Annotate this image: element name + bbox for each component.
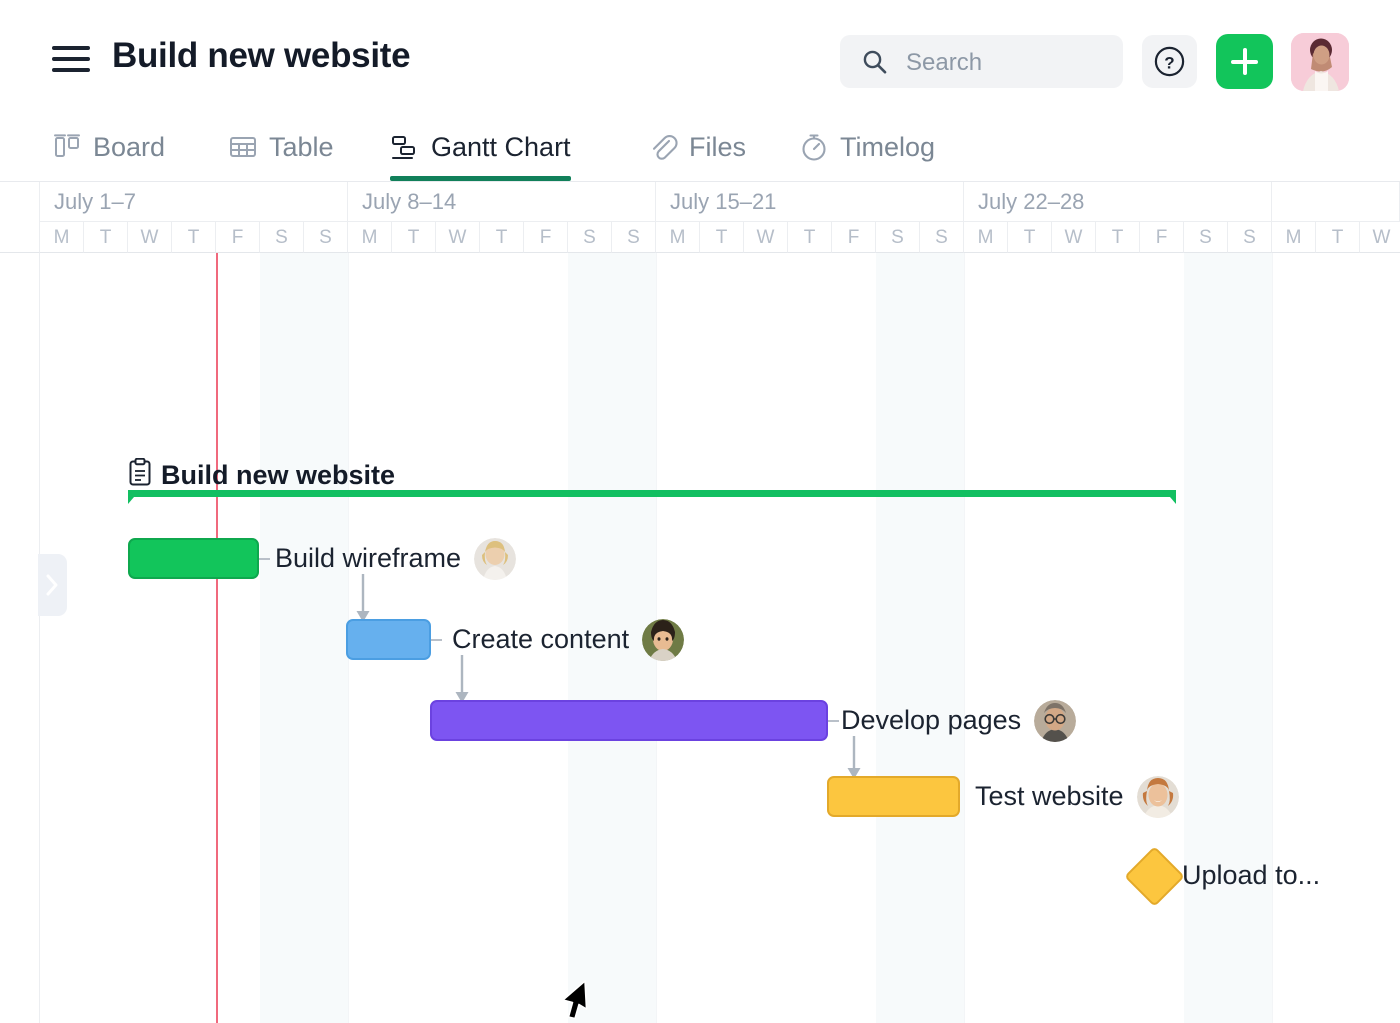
day-header-cell: M <box>964 222 1008 253</box>
search-icon <box>862 49 887 74</box>
add-button[interactable] <box>1216 34 1273 89</box>
task-bar-test-website[interactable] <box>827 776 960 817</box>
task-name: Build wireframe <box>275 543 461 574</box>
timer-icon <box>799 132 829 162</box>
day-header-cell: T <box>1096 222 1140 253</box>
assignee-avatar[interactable] <box>1034 700 1076 742</box>
tab-label: Timelog <box>840 132 935 163</box>
task-connector-stub <box>259 558 270 560</box>
day-header-cell: M <box>348 222 392 253</box>
grid-line <box>1272 253 1273 1023</box>
gantt-chart-area: July 1–7 July 8–14 July 15–21 July 22–28… <box>0 182 1400 1023</box>
gantt-icon <box>390 132 420 162</box>
task-label-develop-pages[interactable]: Develop pages <box>841 700 1076 741</box>
day-header-cell: S <box>568 222 612 253</box>
day-header-cell: W <box>1052 222 1096 253</box>
gantt-grid <box>0 253 1400 1023</box>
page-title: Build new website <box>112 36 410 76</box>
task-connector-stub <box>828 720 839 722</box>
task-label-create-content[interactable]: Create content <box>452 619 684 660</box>
tab-gantt-chart[interactable]: Gantt Chart <box>390 113 571 181</box>
day-header-cell: S <box>1228 222 1272 253</box>
assignee-avatar[interactable] <box>474 538 516 580</box>
day-header-cell: S <box>920 222 964 253</box>
task-bar-develop-pages[interactable] <box>430 700 828 741</box>
assignee-avatar[interactable] <box>1137 776 1179 818</box>
day-header-cell: T <box>700 222 744 253</box>
day-header-cell: F <box>524 222 568 253</box>
task-bar-build-wireframe[interactable] <box>128 538 259 579</box>
day-header-cell: T <box>1316 222 1360 253</box>
tab-timelog[interactable]: Timelog <box>799 113 935 181</box>
view-tabs: Board Table Ga <box>0 113 1400 181</box>
table-icon <box>228 132 258 162</box>
day-header-cell: T <box>1008 222 1052 253</box>
question-circle-icon: ? <box>1154 46 1185 77</box>
day-header-cell: F <box>1140 222 1184 253</box>
summary-bar[interactable] <box>128 487 1180 510</box>
day-header-cell: S <box>260 222 304 253</box>
search-box[interactable] <box>840 35 1123 88</box>
tab-files[interactable]: Files <box>648 113 746 181</box>
svg-text:?: ? <box>1164 54 1174 73</box>
tab-table[interactable]: Table <box>228 113 334 181</box>
tab-label: Files <box>689 132 746 163</box>
day-header-cell: S <box>1184 222 1228 253</box>
weekend-shading <box>260 253 348 1023</box>
task-connector-stub <box>431 639 442 641</box>
today-marker-line <box>216 253 218 1023</box>
tab-label: Table <box>269 132 334 163</box>
task-label-build-wireframe[interactable]: Build wireframe <box>275 538 516 579</box>
search-input[interactable] <box>904 35 1113 90</box>
task-bar-create-content[interactable] <box>346 619 431 660</box>
week-header-cell <box>1272 182 1400 222</box>
day-header-cell: F <box>832 222 876 253</box>
day-header-cell: T <box>84 222 128 253</box>
day-header-cell: S <box>304 222 348 253</box>
row-gutter <box>0 253 40 1023</box>
task-name: Create content <box>452 624 629 655</box>
weekend-shading <box>1184 253 1272 1023</box>
sidebar-collapse-handle[interactable] <box>38 554 67 616</box>
tab-board[interactable]: Board <box>52 113 165 181</box>
day-header-cell: M <box>656 222 700 253</box>
day-header-row: M T W T F S S M T W T F S S M T W T F S … <box>0 222 1400 253</box>
week-header-cell: July 15–21 <box>656 182 964 222</box>
task-name: Test website <box>975 781 1124 812</box>
day-header-cell: M <box>1272 222 1316 253</box>
header-gutter <box>0 182 40 253</box>
day-header-cell: M <box>40 222 84 253</box>
tab-label: Board <box>93 132 165 163</box>
gantt-app: Build new website ? <box>0 0 1400 1023</box>
day-header-cell: T <box>392 222 436 253</box>
day-header-cell: W <box>436 222 480 253</box>
week-header-cell: July 1–7 <box>40 182 348 222</box>
day-header-cell: T <box>172 222 216 253</box>
day-header-cell: W <box>744 222 788 253</box>
assignee-avatar[interactable] <box>642 619 684 661</box>
day-header-cell: T <box>480 222 524 253</box>
day-header-cell: S <box>876 222 920 253</box>
day-header-cell: T <box>788 222 832 253</box>
board-icon <box>52 132 82 162</box>
user-avatar[interactable] <box>1291 33 1349 91</box>
day-header-cell: F <box>216 222 260 253</box>
day-header-cell: W <box>1360 222 1400 253</box>
task-name: Upload to... <box>1182 860 1320 891</box>
grid-line <box>964 253 965 1023</box>
week-header-cell: July 8–14 <box>348 182 656 222</box>
day-header-cell: S <box>612 222 656 253</box>
week-header-cell: July 22–28 <box>964 182 1272 222</box>
hamburger-menu-icon[interactable] <box>52 44 90 74</box>
day-header-cell: W <box>128 222 172 253</box>
task-name: Develop pages <box>841 705 1021 736</box>
week-header-row: July 1–7 July 8–14 July 15–21 July 22–28 <box>0 182 1400 222</box>
task-label-upload-to[interactable]: Upload to... <box>1182 854 1320 897</box>
task-label-test-website[interactable]: Test website <box>975 776 1179 817</box>
paperclip-icon <box>648 132 678 162</box>
tab-label: Gantt Chart <box>431 132 571 163</box>
help-button[interactable]: ? <box>1142 35 1197 88</box>
weekend-shading <box>876 253 964 1023</box>
top-bar: Build new website ? <box>0 0 1400 110</box>
